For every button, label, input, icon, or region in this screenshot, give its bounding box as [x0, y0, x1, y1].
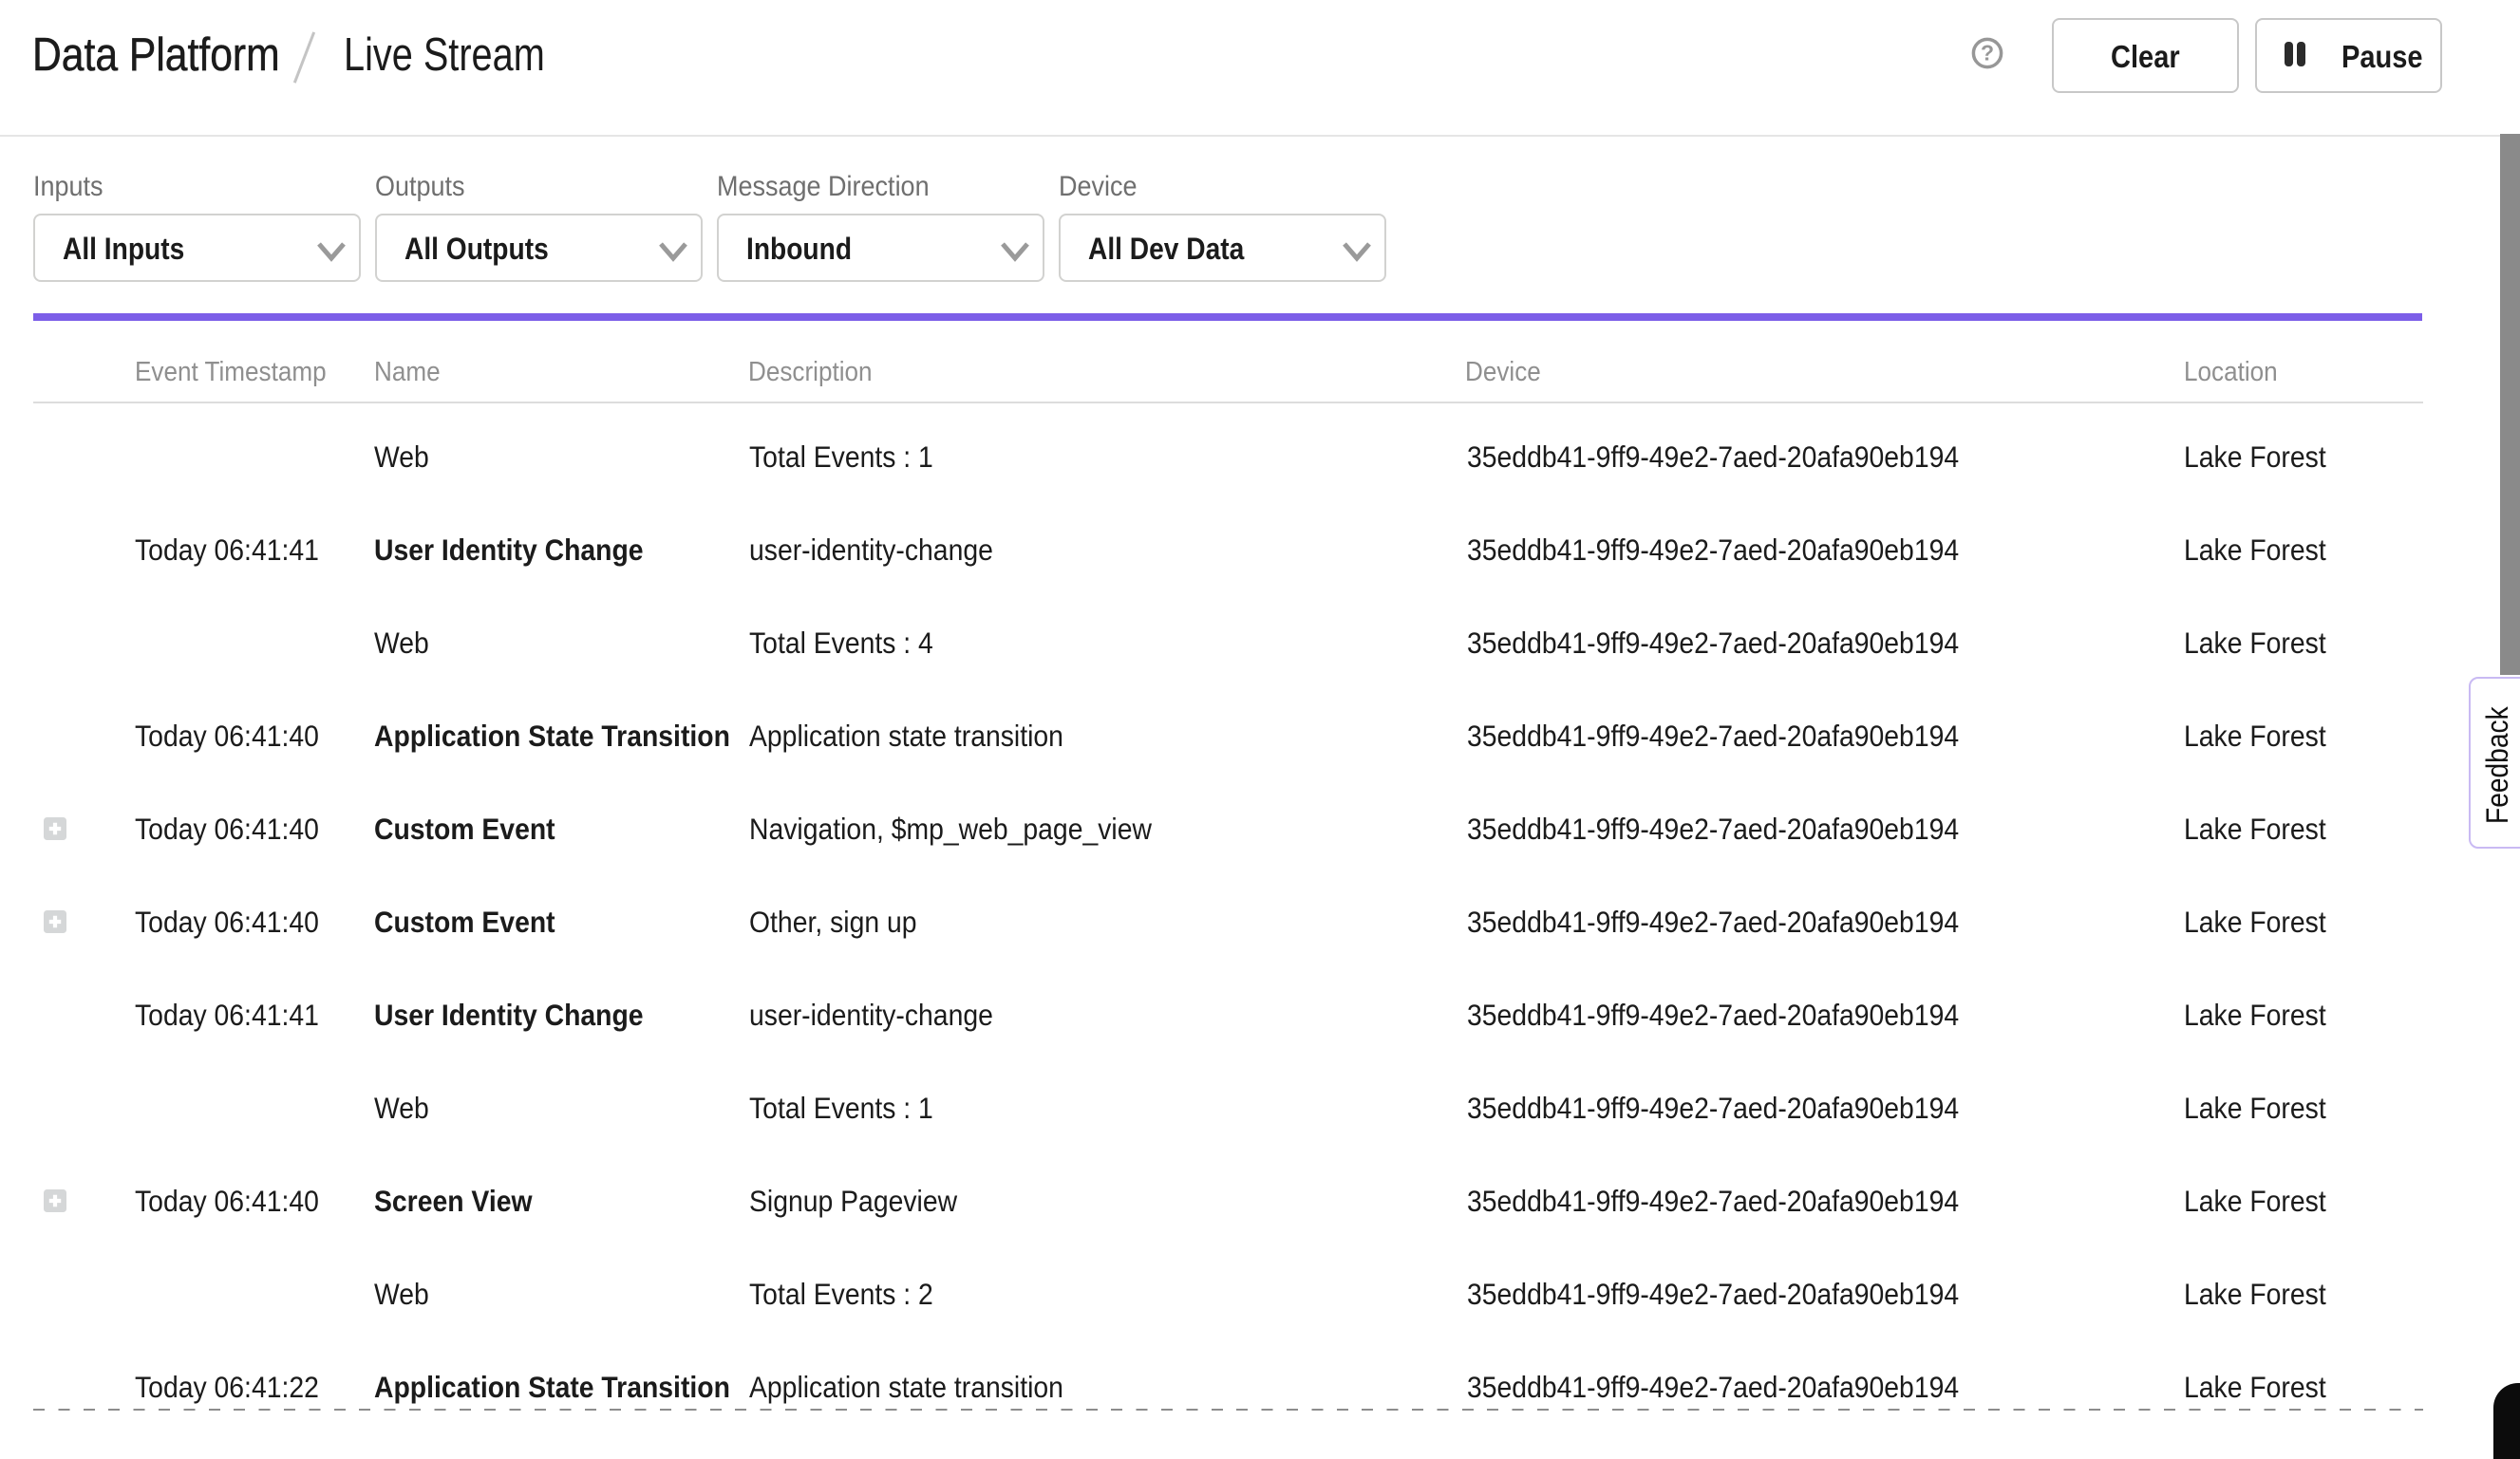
svg-text:?: ? [1981, 41, 1994, 65]
